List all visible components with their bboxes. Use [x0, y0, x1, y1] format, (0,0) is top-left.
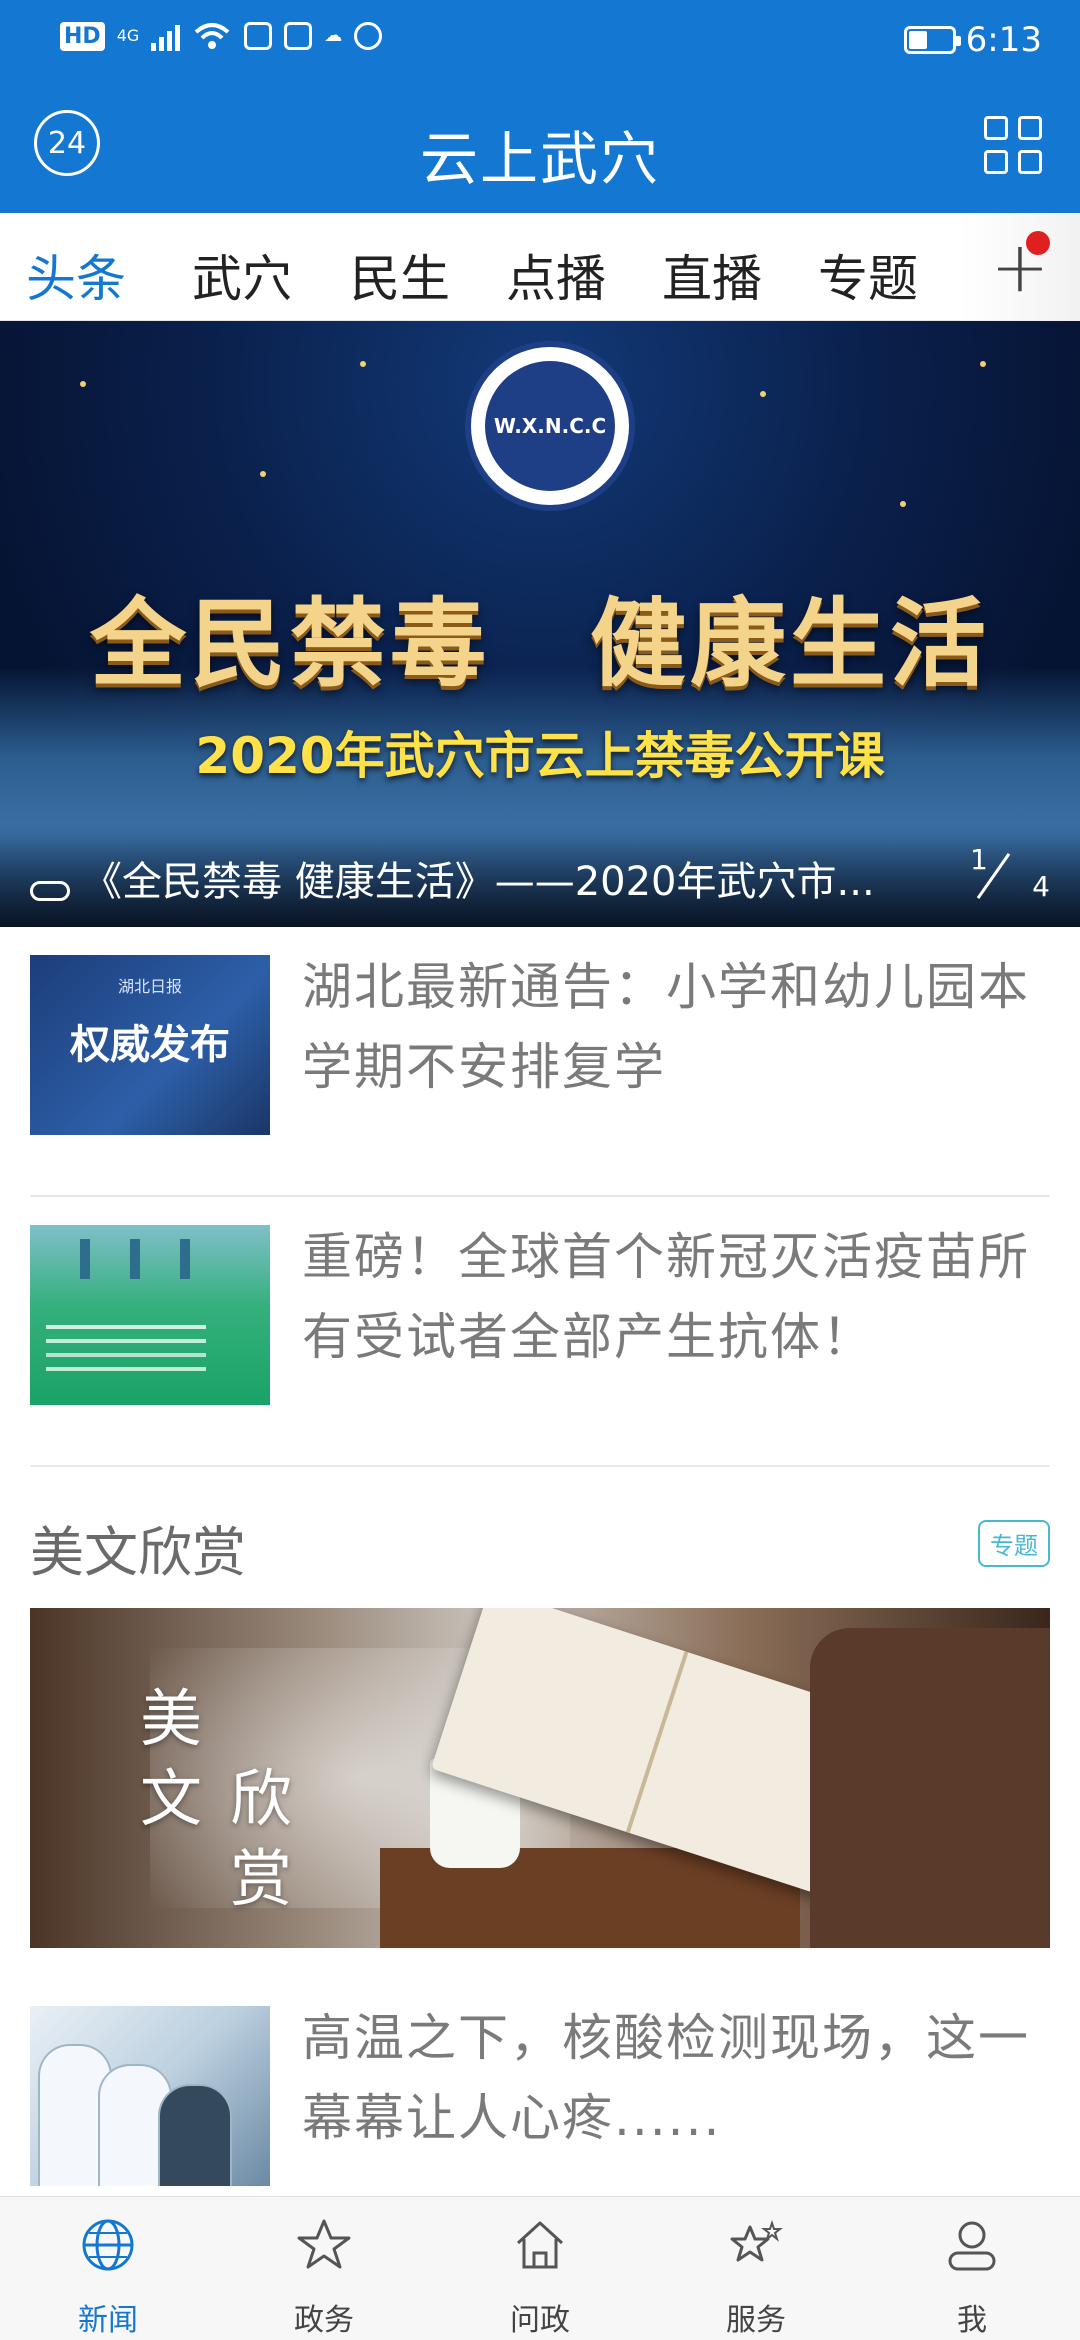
nav-news[interactable]: 新闻 [0, 2197, 216, 2340]
star-decoration [80, 381, 86, 387]
add-channel-button[interactable]: + [960, 213, 1080, 321]
banner-carousel[interactable]: W.X.N.C.C 全民禁毒 健康生活 2020年武穴市云上禁毒公开课 《全民禁… [0, 321, 1080, 927]
nav-label: 服务 [726, 2303, 786, 2338]
feature-text: 文 [140, 1762, 203, 1835]
status-left-icons: HD 4G ☁ [60, 20, 383, 52]
news-title: 高温之下，核酸检测现场，这一幕幕让人心疼...... [302, 2009, 1030, 2147]
clock: 6:13 [965, 20, 1042, 60]
nav-label: 问政 [510, 2303, 570, 2338]
grid-menu-icon[interactable] [984, 116, 1042, 174]
globe-icon [82, 2219, 134, 2271]
tab-topics[interactable]: 专题 [818, 239, 918, 311]
feature-text: 美 [140, 1682, 203, 1755]
app-notification-icon [284, 22, 313, 50]
4g-signal-icon: 4G [116, 26, 140, 45]
image-decoration [130, 1239, 140, 1279]
news-title: 重磅！全球首个新冠灭活疫苗所有受试者全部产生抗体！ [302, 1228, 1030, 1366]
star-icon [297, 2219, 351, 2269]
hd-icon: HD [60, 21, 105, 51]
image-decoration [80, 1239, 90, 1279]
image-decoration [46, 1325, 206, 1329]
feature-text: 欣 [230, 1762, 293, 1835]
nav-label: 新闻 [78, 2303, 138, 2338]
app-title: 云上武穴 [419, 125, 660, 193]
tab-on-demand[interactable]: 点播 [506, 239, 606, 311]
signal-bars-icon [151, 21, 181, 51]
banner-caption[interactable]: 《全民禁毒 健康生活》——2020年武穴市... [82, 849, 942, 907]
star-decoration [260, 471, 266, 477]
narcotics-commission-emblem: W.X.N.C.C [465, 341, 635, 511]
news-title: 湖北最新通告：小学和幼儿园本学期不安排复学 [302, 958, 1030, 1096]
banner-headline: 全民禁毒 健康生活 [90, 588, 990, 700]
tab-wuxue[interactable]: 武穴 [192, 239, 292, 311]
link-icon [30, 881, 70, 901]
section-header: 美文欣赏 专题 [30, 1478, 1050, 1608]
feature-image[interactable]: 美 文 欣 赏 [30, 1608, 1050, 1948]
channel-tabs: 头条 武穴 民生 点播 直播 专题 + [0, 213, 1080, 321]
pager-current: 1 [970, 843, 988, 876]
tab-headlines[interactable]: 头条 [26, 239, 126, 311]
wifi-icon [194, 23, 230, 49]
top-bar: HD 4G ☁ 6:13 24 云上武穴 [0, 0, 1080, 213]
bottom-navigation: 新闻 政务 问政 服务 我 [0, 2196, 1080, 2340]
status-bar: HD 4G ☁ 6:13 [0, 0, 1080, 84]
nav-me[interactable]: 我 [864, 2197, 1080, 2340]
banner-caption-bar: 《全民禁毒 健康生活》——2020年武穴市... 1 4 [0, 837, 1080, 927]
home-icon [516, 2221, 564, 2269]
topic-badge[interactable]: 专题 [978, 1520, 1050, 1567]
image-decoration [180, 1239, 190, 1279]
list-item[interactable]: 重磅！全球首个新冠灭活疫苗所有受试者全部产生抗体！ [30, 1197, 1050, 1467]
notification-dot [1026, 231, 1050, 255]
feature-text: 赏 [230, 1842, 293, 1915]
star-decoration [760, 391, 766, 397]
battery-icon [903, 26, 961, 54]
title-bar: 24 云上武穴 [0, 84, 1080, 213]
tab-live[interactable]: 直播 [662, 239, 762, 311]
nav-label: 政务 [294, 2303, 354, 2338]
thumbnail-tag: 权威发布 [70, 1022, 230, 1068]
star-decoration [980, 361, 986, 367]
tab-livelihood[interactable]: 民生 [350, 239, 450, 311]
pager-total: 4 [1032, 870, 1050, 903]
status-right: 6:13 [903, 20, 1042, 60]
image-decoration [810, 1628, 1050, 1948]
nav-service[interactable]: 服务 [648, 2197, 864, 2340]
star-decoration [900, 501, 906, 507]
stars-icon [730, 2219, 783, 2262]
banner-subheadline: 2020年武穴市云上禁毒公开课 [195, 727, 885, 785]
nav-inquiry[interactable]: 问政 [432, 2197, 648, 2340]
image-decoration [160, 2086, 230, 2186]
nav-label: 我 [957, 2303, 987, 2338]
carousel-pager: 1 4 [970, 843, 1050, 903]
app-notification-icon [244, 22, 273, 50]
news-thumbnail: 湖北日报 权威发布 [30, 955, 270, 1135]
app-notification-icon: ☁ [324, 25, 343, 46]
thumbnail-source: 湖北日报 [117, 977, 182, 996]
shield-hand-icon [354, 22, 383, 50]
news-thumbnail [30, 2006, 270, 2186]
news-thumbnail [30, 1225, 270, 1405]
section-title: 美文欣赏 [30, 1521, 246, 1584]
nav-government[interactable]: 政务 [216, 2197, 432, 2340]
person-icon [948, 2221, 996, 2271]
star-decoration [360, 361, 366, 367]
list-item[interactable]: 湖北日报 权威发布 湖北最新通告：小学和幼儿园本学期不安排复学 [30, 927, 1050, 1197]
